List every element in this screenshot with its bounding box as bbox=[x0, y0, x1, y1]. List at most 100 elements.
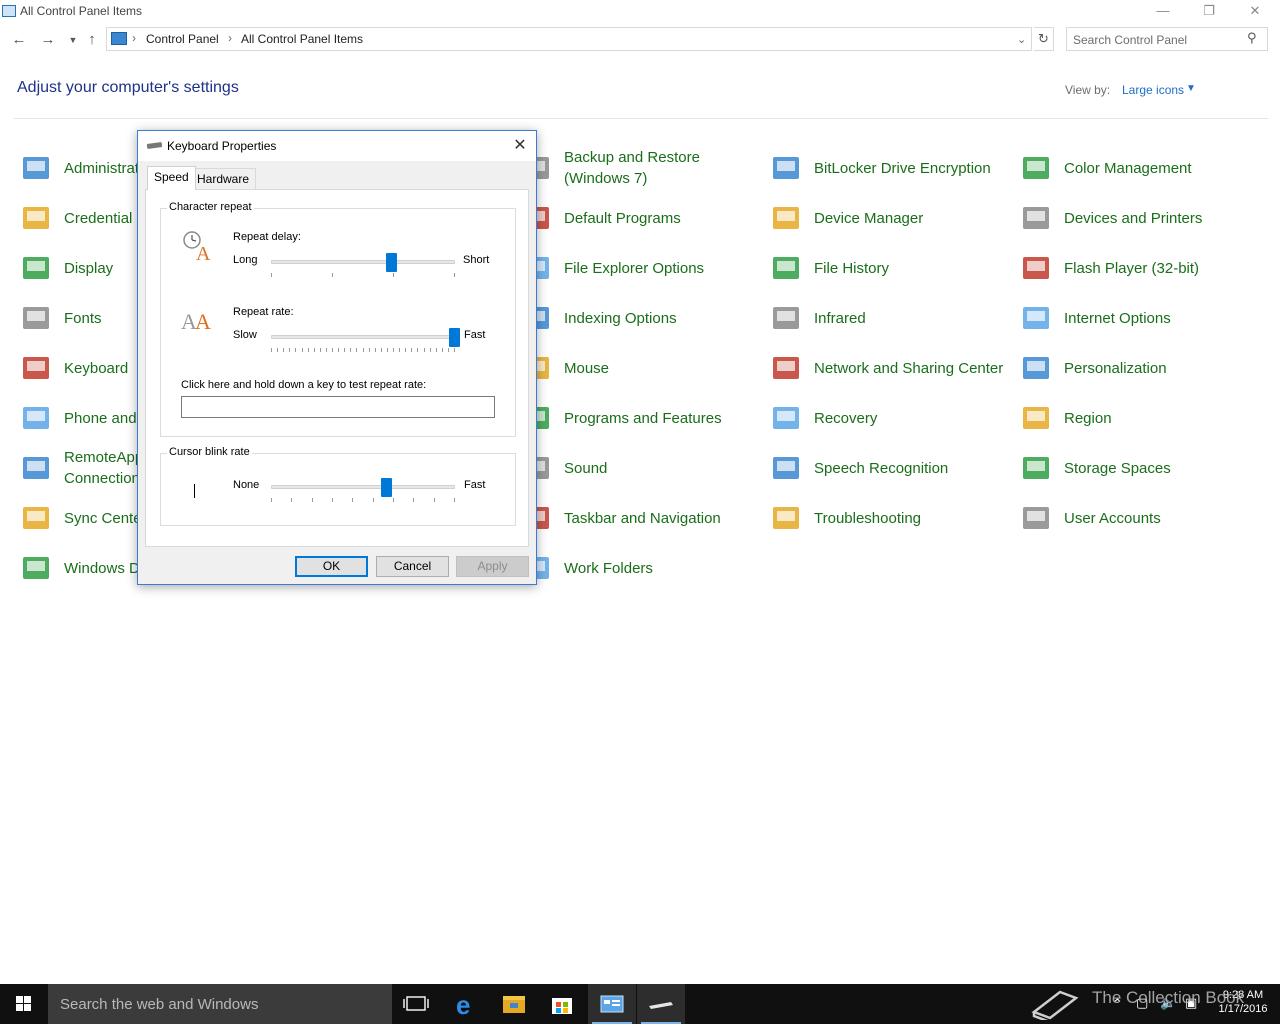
repeat-delay-track[interactable] bbox=[271, 260, 455, 264]
control-panel-item[interactable]: Troubleshooting bbox=[770, 495, 1018, 541]
control-panel-item[interactable]: Storage Spaces bbox=[1020, 445, 1268, 491]
refresh-icon[interactable]: ↻ bbox=[1034, 27, 1054, 51]
address-bar[interactable]: › Control Panel › All Control Panel Item… bbox=[106, 27, 1032, 51]
control-panel-item[interactable]: Programs and Features bbox=[520, 395, 768, 441]
control-panel-item[interactable]: File History bbox=[770, 245, 1018, 291]
edge-button[interactable]: e bbox=[442, 984, 490, 1024]
dialog-title-bar: Keyboard Properties ✕ bbox=[138, 131, 536, 161]
control-panel-item[interactable]: Mouse bbox=[520, 345, 768, 391]
slider-tick bbox=[386, 348, 388, 352]
control-panel-item-label: File History bbox=[814, 259, 890, 277]
control-panel-taskbar-button[interactable] bbox=[588, 984, 636, 1024]
control-panel-item[interactable]: Color Management bbox=[1020, 145, 1268, 191]
control-panel-item[interactable]: Flash Player (32-bit) bbox=[1020, 245, 1268, 291]
repeat-rate-label: Repeat rate: bbox=[233, 306, 294, 318]
control-panel-item-label: Speech Recognition bbox=[814, 459, 949, 477]
tab-hardware[interactable]: Hardware bbox=[190, 168, 257, 189]
edge-browser-icon: e bbox=[456, 990, 470, 1020]
slider-tick bbox=[374, 348, 376, 352]
breadcrumb-all-items[interactable]: All Control Panel Items bbox=[241, 32, 363, 46]
control-panel-item[interactable]: Indexing Options bbox=[520, 295, 768, 341]
search-icon[interactable]: ⚲ bbox=[1247, 30, 1257, 46]
network-sharing-icon bbox=[770, 352, 802, 384]
close-button[interactable]: ✕ bbox=[1232, 0, 1278, 24]
slider-tick bbox=[447, 348, 449, 352]
repeat-rate-slider[interactable] bbox=[449, 328, 460, 347]
slider-tick bbox=[368, 348, 370, 352]
control-panel-item[interactable]: Network and Sharing Center bbox=[770, 345, 1018, 391]
admin-tools-icon bbox=[20, 152, 52, 184]
task-view-button[interactable] bbox=[392, 984, 440, 1024]
dialog-close-button[interactable]: ✕ bbox=[506, 133, 534, 159]
recent-locations-chevron-icon[interactable]: ▼ bbox=[63, 30, 83, 50]
slider-tick bbox=[311, 498, 313, 502]
control-panel-item-label: Color Management bbox=[1064, 159, 1192, 177]
file-explorer-icon bbox=[503, 996, 525, 1013]
ok-button[interactable]: OK bbox=[295, 556, 368, 577]
tab-speed[interactable]: Speed bbox=[147, 166, 196, 190]
repeat-delay-min-label: Long bbox=[233, 254, 258, 266]
windows-logo-icon bbox=[16, 996, 23, 1003]
slider-tick bbox=[411, 348, 413, 352]
file-explorer-button[interactable] bbox=[490, 984, 538, 1024]
control-panel-item[interactable]: Default Programs bbox=[520, 195, 768, 241]
control-panel-item[interactable]: Sound bbox=[520, 445, 768, 491]
slider-tick bbox=[413, 498, 415, 502]
repeat-rate-max-label: Fast bbox=[464, 329, 486, 341]
control-panel-item[interactable]: Backup and Restore (Windows 7) bbox=[520, 145, 768, 191]
search-input[interactable] bbox=[1073, 31, 1243, 48]
control-panel-icon bbox=[111, 32, 127, 45]
control-panel-item[interactable]: User Accounts bbox=[1020, 495, 1268, 541]
apply-button[interactable]: Apply bbox=[456, 556, 529, 577]
start-button[interactable] bbox=[0, 984, 48, 1024]
control-panel-item[interactable]: Infrared bbox=[770, 295, 1018, 341]
control-panel-item[interactable]: Speech Recognition bbox=[770, 445, 1018, 491]
control-panel-item[interactable]: Personalization bbox=[1020, 345, 1268, 391]
control-panel-item[interactable]: File Explorer Options bbox=[520, 245, 768, 291]
title-bar: All Control Panel Items — ❐ ✕ bbox=[0, 0, 1280, 24]
control-panel-item[interactable]: Devices and Printers bbox=[1020, 195, 1268, 241]
slider-tick bbox=[277, 348, 279, 352]
repeat-rate-track[interactable] bbox=[271, 335, 455, 339]
page-heading: Adjust your computer's settings bbox=[17, 79, 239, 96]
control-panel-item[interactable]: Work Folders bbox=[520, 545, 768, 591]
control-panel-item[interactable]: Recovery bbox=[770, 395, 1018, 441]
view-by-caret-icon[interactable]: ▼ bbox=[1186, 83, 1196, 94]
up-arrow-icon[interactable]: ↑ bbox=[82, 30, 102, 50]
slider-tick bbox=[291, 498, 293, 502]
restore-button[interactable]: ❐ bbox=[1186, 0, 1232, 24]
keyboard-taskbar-button[interactable] bbox=[637, 984, 685, 1024]
cursor-blink-slider[interactable] bbox=[380, 478, 392, 497]
task-view-icon bbox=[403, 996, 429, 1011]
cancel-button[interactable]: Cancel bbox=[376, 556, 449, 577]
troubleshooting-icon bbox=[770, 502, 802, 534]
slider-tick bbox=[295, 348, 297, 352]
back-arrow-icon[interactable]: ← bbox=[9, 30, 29, 50]
control-panel-item[interactable]: Taskbar and Navigation bbox=[520, 495, 768, 541]
control-panel-item-label: Fonts bbox=[64, 309, 102, 327]
slider-tick bbox=[393, 498, 394, 502]
control-panel-item[interactable]: Region bbox=[1020, 395, 1268, 441]
devices-printers-icon bbox=[1020, 202, 1052, 234]
store-button[interactable] bbox=[538, 984, 586, 1024]
repeat-delay-slider[interactable] bbox=[386, 253, 398, 272]
search-box[interactable]: ⚲ bbox=[1066, 27, 1268, 51]
control-panel-window: All Control Panel Items — ❐ ✕ ← → ▼ ↑ › … bbox=[0, 0, 1280, 1024]
test-repeat-input[interactable] bbox=[181, 396, 495, 418]
breadcrumb-control-panel[interactable]: Control Panel bbox=[146, 32, 219, 46]
control-panel-item-label: Personalization bbox=[1064, 359, 1167, 377]
device-manager-icon bbox=[770, 202, 802, 234]
control-panel-item[interactable]: BitLocker Drive Encryption bbox=[770, 145, 1018, 191]
view-by-dropdown[interactable]: Large icons bbox=[1122, 83, 1184, 97]
slider-tick bbox=[271, 348, 272, 352]
slider-tick bbox=[313, 348, 315, 352]
control-panel-item[interactable]: Device Manager bbox=[770, 195, 1018, 241]
cursor-blink-ticks bbox=[271, 498, 455, 504]
cursor-blink-track[interactable] bbox=[271, 485, 455, 489]
address-dropdown-chevron-icon[interactable]: ⌄ bbox=[1017, 33, 1026, 46]
control-panel-item[interactable]: Internet Options bbox=[1020, 295, 1268, 341]
minimize-button[interactable]: — bbox=[1140, 0, 1186, 24]
taskbar-search-box[interactable]: Search the web and Windows bbox=[48, 984, 392, 1024]
forward-arrow-icon[interactable]: → bbox=[38, 30, 58, 50]
slider-tick bbox=[283, 348, 285, 352]
